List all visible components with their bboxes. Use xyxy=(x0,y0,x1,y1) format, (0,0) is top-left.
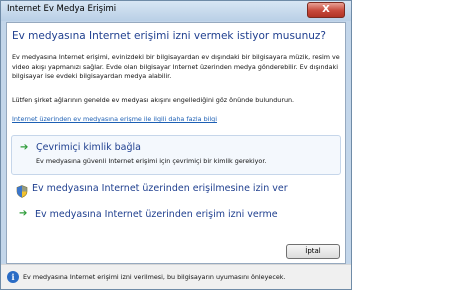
footer-text: Ev medyasına Internet erişimi izni veril… xyxy=(23,273,286,281)
main-question: Ev medyasına Internet erişimi izni verme… xyxy=(12,30,326,42)
option-deny-access[interactable]: ➔ Ev medyasına Internet üzerinden erişim… xyxy=(16,208,346,223)
option-connect-online-id[interactable]: ➔ Çevrimiçi kimlik bağla Ev medyasına gü… xyxy=(11,135,341,175)
option-allow-access-label: Ev medyasına Internet üzerinden erişilme… xyxy=(32,183,288,194)
hint-text: Lütfen şirket ağlarının genelde ev medya… xyxy=(12,96,295,104)
footer-info-bar: i Ev medyasına Internet erişimi izni ver… xyxy=(1,264,351,289)
shield-icon xyxy=(16,183,28,202)
window-title: Internet Ev Medya Erişimi xyxy=(7,4,117,14)
dialog-window: Internet Ev Medya Erişimi X Ev medyasına… xyxy=(0,0,352,290)
option-deny-access-label: Ev medyasına Internet üzerinden erişim i… xyxy=(35,209,278,220)
description-text: Ev medyasına Internet erişimi, evinizdek… xyxy=(12,53,340,81)
more-info-link[interactable]: Internet üzerinden ev medyasına erişme i… xyxy=(12,115,217,123)
option-connect-online-id-label: Çevrimiçi kimlik bağla xyxy=(36,142,141,153)
close-button[interactable]: X xyxy=(307,2,345,18)
title-bar[interactable]: Internet Ev Medya Erişimi X xyxy=(1,1,351,21)
info-icon: i xyxy=(7,271,19,283)
green-arrow-icon: ➔ xyxy=(20,142,29,153)
dialog-content: Ev medyasına Internet erişimi izni verme… xyxy=(6,22,346,264)
cancel-button[interactable]: İptal xyxy=(286,244,340,259)
green-arrow-icon: ➔ xyxy=(19,208,28,219)
option-connect-online-id-sublabel: Ev medyasına güvenli Internet erişimi iç… xyxy=(36,157,267,165)
option-allow-access[interactable]: Ev medyasına Internet üzerinden erişilme… xyxy=(16,183,346,198)
